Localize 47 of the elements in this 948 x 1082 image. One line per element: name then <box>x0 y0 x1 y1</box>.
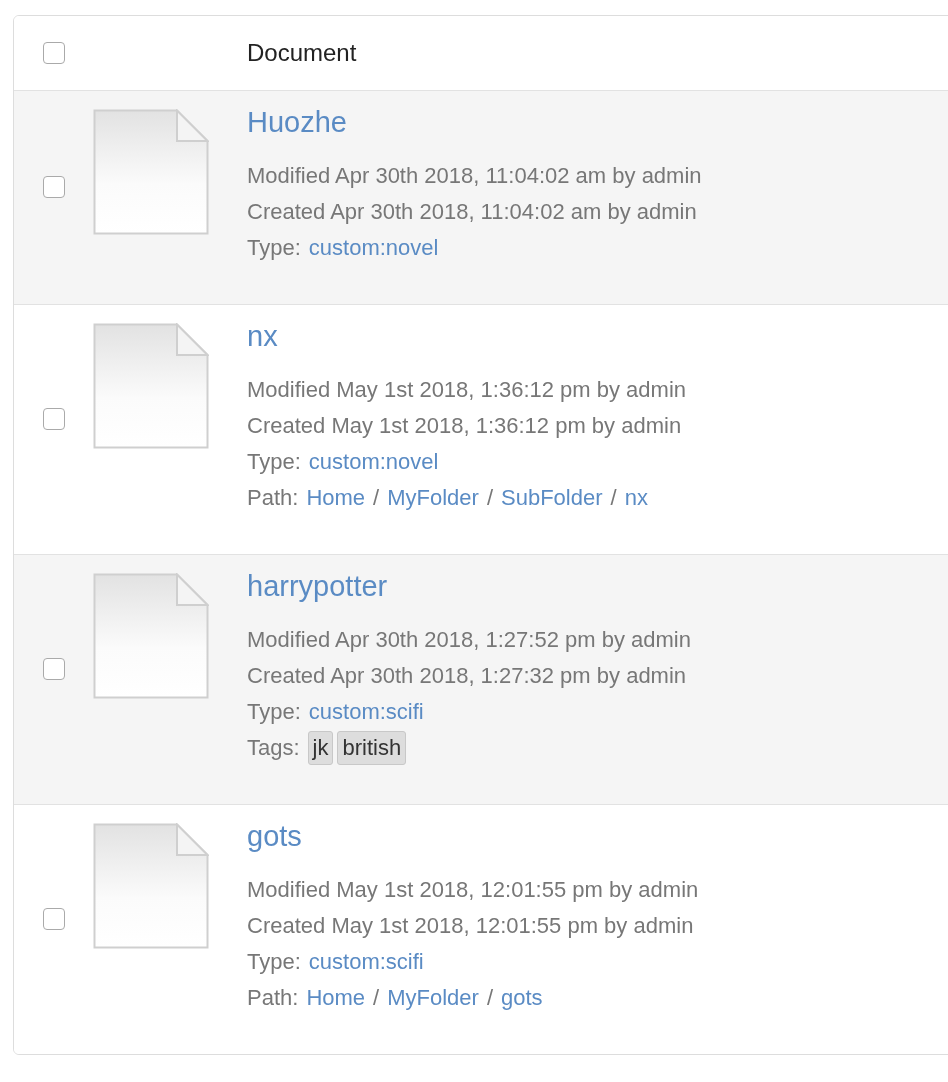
type-link[interactable]: custom:scifi <box>308 944 424 980</box>
type-label: Type: <box>247 234 301 262</box>
path-link[interactable]: gots <box>501 980 543 1016</box>
tag[interactable]: jk <box>307 731 334 765</box>
path-separator: / <box>486 984 493 1012</box>
path-separator: / <box>486 484 493 512</box>
type-link[interactable]: custom:novel <box>308 230 439 266</box>
document-title[interactable]: Huozhe <box>247 104 347 140</box>
path-separator: / <box>610 484 617 512</box>
type-link[interactable]: custom:scifi <box>308 694 424 730</box>
path-link[interactable]: SubFolder <box>501 480 603 516</box>
type-label: Type: <box>247 448 301 476</box>
tag[interactable]: british <box>337 731 407 765</box>
document-icon <box>93 823 209 949</box>
document-title[interactable]: nx <box>247 318 278 354</box>
path-separator: / <box>373 484 380 512</box>
path-separator: / <box>373 984 380 1012</box>
modified-text: Modified May 1st 2018, 12:01:55 pm by admin <box>247 876 699 904</box>
document-icon <box>93 573 209 699</box>
created-text: Created Apr 30th 2018, 11:04:02 am by admin <box>247 198 697 226</box>
checkbox[interactable] <box>43 658 65 680</box>
path-link[interactable]: Home <box>306 480 366 516</box>
modified-text: Modified Apr 30th 2018, 11:04:02 am by admin <box>247 162 702 190</box>
document-icon <box>93 323 209 449</box>
checkbox[interactable] <box>43 908 65 930</box>
column-header: Document <box>247 38 357 68</box>
created-text: Created Apr 30th 2018, 1:27:32 pm by admin <box>247 662 687 690</box>
path-label: Path: <box>247 484 299 512</box>
modified-text: Modified May 1st 2018, 1:36:12 pm by admin <box>247 376 687 404</box>
created-text: Created May 1st 2018, 1:36:12 pm by admin <box>247 412 682 440</box>
modified-text: Modified Apr 30th 2018, 1:27:52 pm by admin <box>247 626 691 654</box>
path-link[interactable]: MyFolder <box>387 480 479 516</box>
type-label: Type: <box>247 698 301 726</box>
path-link[interactable]: Home <box>306 980 366 1016</box>
document-title[interactable]: gots <box>247 818 302 854</box>
document-title[interactable]: harrypotter <box>247 568 388 604</box>
type-label: Type: <box>247 948 301 976</box>
path-link[interactable]: MyFolder <box>387 980 479 1016</box>
created-text: Created May 1st 2018, 12:01:55 pm by admin <box>247 912 694 940</box>
checkbox[interactable] <box>43 408 65 430</box>
path-label: Path: <box>247 984 299 1012</box>
document-icon <box>93 109 209 235</box>
checkbox[interactable] <box>43 42 65 64</box>
path-link[interactable]: nx <box>624 480 648 516</box>
checkbox[interactable] <box>43 176 65 198</box>
type-link[interactable]: custom:novel <box>308 444 439 480</box>
tags-label: Tags: <box>247 734 300 762</box>
